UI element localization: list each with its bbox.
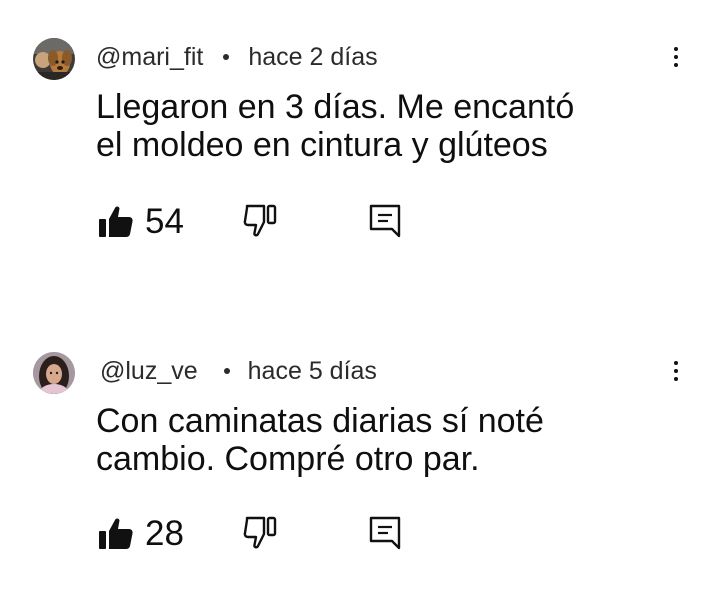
comment-text-line: Con caminatas diarias sí noté <box>96 402 544 440</box>
comment-actions: 28 <box>98 508 418 556</box>
comment-header: @luz_ve hace 5 días <box>100 354 377 388</box>
thumbs-down-icon[interactable] <box>242 202 278 238</box>
woman-avatar-icon <box>33 352 75 394</box>
kebab-dot <box>674 47 678 51</box>
avatar[interactable] <box>33 352 75 394</box>
thumbs-down-icon[interactable] <box>242 514 278 550</box>
comment-text-line: cambio. Compré otro par. <box>96 440 480 478</box>
comment-text: Llegaron en 3 días. Me encantó el moldeo… <box>96 88 686 164</box>
thumbs-up-icon[interactable] <box>98 204 134 240</box>
comment-actions: 54 <box>98 196 418 244</box>
kebab-dot <box>674 369 678 373</box>
kebab-dot <box>674 55 678 59</box>
more-vertical-icon[interactable] <box>664 356 688 386</box>
comment-text-line: Llegaron en 3 días. Me encantó <box>96 88 575 126</box>
separator-dot <box>223 54 230 60</box>
timestamp: hace 2 días <box>248 42 378 71</box>
author-handle[interactable]: @mari_fit <box>96 43 203 72</box>
author-handle[interactable]: @luz_ve <box>100 357 198 386</box>
like-count: 28 <box>145 514 184 553</box>
thumbs-up-icon[interactable] <box>98 516 134 552</box>
avatar[interactable] <box>33 38 75 80</box>
kebab-dot <box>674 361 678 365</box>
comment-header: @mari_fit hace 2 días <box>96 40 378 74</box>
comment-text-line: el moldeo en cintura y glúteos <box>96 126 548 164</box>
separator-dot <box>223 368 230 374</box>
comment-text: Con caminatas diarias sí noté cambio. Co… <box>96 402 686 478</box>
more-vertical-icon[interactable] <box>664 42 688 72</box>
dog-avatar-icon <box>33 38 75 80</box>
like-count: 54 <box>145 202 184 241</box>
comment-icon[interactable] <box>368 514 402 550</box>
kebab-dot <box>674 377 678 381</box>
kebab-dot <box>674 63 678 67</box>
timestamp: hace 5 días <box>247 356 377 385</box>
comment-icon[interactable] <box>368 202 402 238</box>
